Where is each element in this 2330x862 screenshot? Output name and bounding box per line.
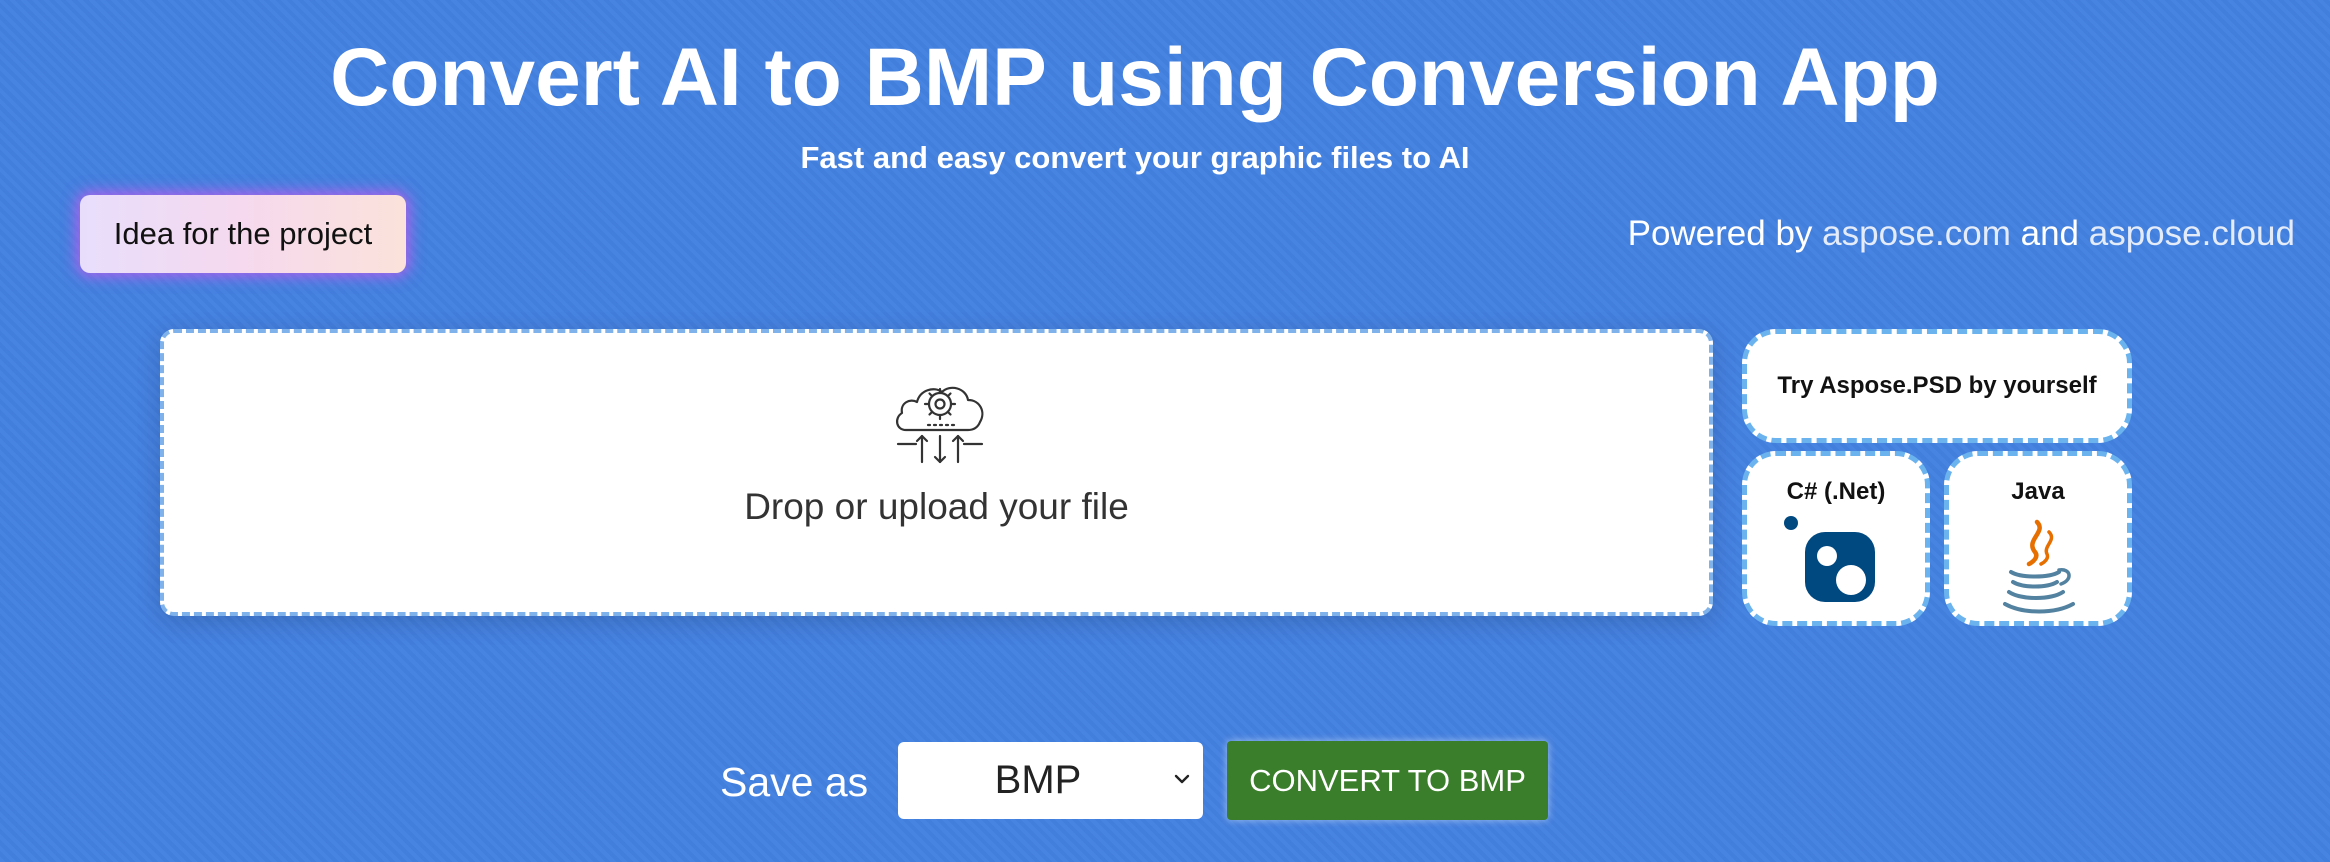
aspose-com-link[interactable]: aspose.com <box>1822 214 2011 253</box>
csharp-label: C# (.Net) <box>1786 478 1886 505</box>
output-format-value: BMP <box>994 758 1082 802</box>
dropzone-label: Drop or upload your file <box>744 486 1129 527</box>
convert-button[interactable]: CONVERT TO BMP <box>1227 741 1548 820</box>
try-aspose-psd-card[interactable]: Try Aspose.PSD by yourself <box>1742 329 2132 443</box>
cloud-upload-gear-icon <box>896 386 984 464</box>
output-format-select[interactable]: BMP <box>898 742 1203 819</box>
try-aspose-psd-label: Try Aspose.PSD by yourself <box>1777 372 2097 399</box>
powered-by-and: and <box>2010 214 2089 253</box>
java-card[interactable]: Java <box>1944 451 2132 626</box>
java-coffee-cup-icon <box>2003 519 2075 614</box>
save-as-label: Save as <box>720 759 869 805</box>
file-dropzone[interactable]: Drop or upload your file <box>160 329 1713 616</box>
page-title: Convert AI to BMP using Conversion App <box>330 32 1940 123</box>
powered-by: Powered by aspose.com and aspose.cloud <box>1628 214 2295 254</box>
chevron-down-icon <box>1174 774 1190 784</box>
aspose-cloud-link[interactable]: aspose.cloud <box>2089 214 2295 253</box>
idea-for-project-button[interactable]: Idea for the project <box>80 195 406 273</box>
nuget-icon <box>1784 516 1875 602</box>
powered-by-prefix: Powered by <box>1627 214 1823 253</box>
java-label: Java <box>2011 478 2065 505</box>
csharp-dotnet-card[interactable]: C# (.Net) <box>1742 451 1930 626</box>
page-subtitle: Fast and easy convert your graphic files… <box>800 140 1470 175</box>
